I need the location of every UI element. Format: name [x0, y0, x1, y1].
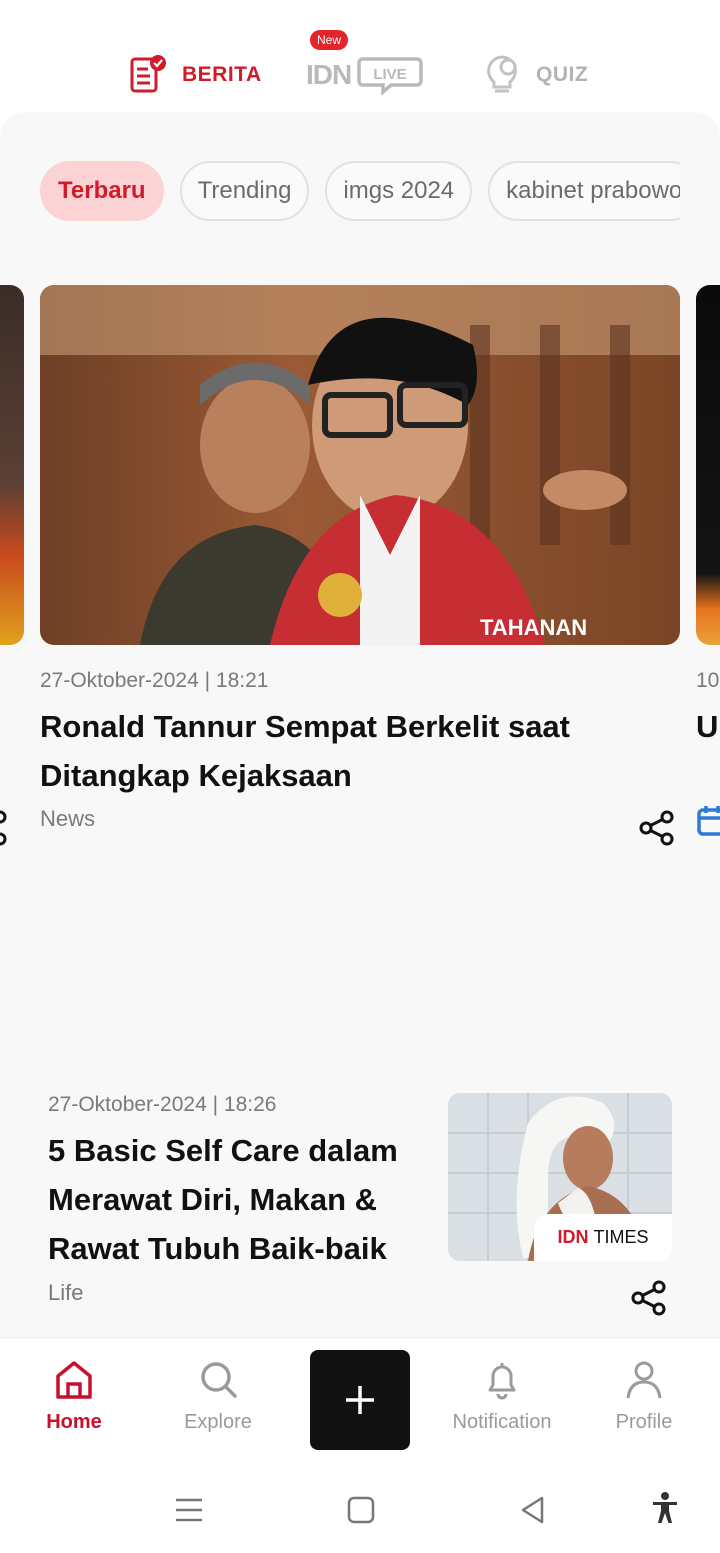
article-date: 27-Oktober-2024 | 18:26: [48, 1093, 277, 1116]
nav-notification[interactable]: Notification: [432, 1338, 572, 1462]
chip-imgs-2024[interactable]: imgs 2024: [325, 161, 473, 221]
live-bubble-icon: LIVE: [357, 57, 423, 95]
carousel-prev-card-image[interactable]: [0, 285, 24, 645]
article-thumbnail[interactable]: IDN TIMES: [448, 1093, 672, 1261]
bell-icon: [488, 1363, 516, 1400]
plus-icon: [346, 1386, 374, 1414]
topic-chips: Terbaru Trending imgs 2024 kabinet prabo…: [40, 161, 680, 221]
user-icon: [626, 1361, 662, 1399]
hero-article-title[interactable]: Ronald Tannur Sempat Berkelit saat Ditan…: [40, 702, 640, 800]
next-card-title[interactable]: U: [696, 702, 718, 751]
nav-home[interactable]: Home: [4, 1338, 144, 1462]
top-tab-bar: BERITA New IDN LIVE QUIZ: [0, 0, 720, 120]
hero-article-image[interactable]: TAHANAN: [40, 285, 680, 645]
share-icon[interactable]: [630, 1279, 668, 1317]
accessibility-icon[interactable]: [650, 1491, 680, 1525]
nav-explore-label: Explore: [184, 1411, 252, 1433]
hero-article-date: 27-Oktober-2024 | 18:21: [40, 669, 269, 692]
idn-times-logo-times: TIMES: [593, 1227, 649, 1247]
idn-logo-text: IDN: [306, 59, 352, 90]
tab-berita[interactable]: BERITA: [128, 52, 262, 98]
news-check-icon: [130, 55, 166, 93]
hero-article-category: News: [40, 806, 96, 831]
new-badge: New: [310, 30, 349, 50]
prev-card-share-icon[interactable]: [0, 809, 20, 847]
nav-explore[interactable]: Explore: [148, 1338, 288, 1462]
nav-notification-label: Notification: [452, 1411, 552, 1433]
bulb-icon: [487, 55, 517, 93]
system-navigation-bar: [0, 1461, 720, 1553]
share-icon[interactable]: [638, 809, 676, 847]
article-title[interactable]: 5 Basic Self Care dalam Merawat Diri, Ma…: [48, 1126, 428, 1273]
home-icon: [56, 1361, 92, 1399]
chip-trending[interactable]: Trending: [179, 161, 310, 221]
nav-home-label: Home: [46, 1411, 102, 1433]
carousel-next-card-image[interactable]: [696, 285, 720, 645]
tab-quiz-label: QUIZ: [536, 63, 589, 86]
search-icon: [201, 1362, 237, 1398]
idn-times-logo-idn: IDN: [557, 1227, 589, 1247]
chip-terbaru[interactable]: Terbaru: [40, 161, 164, 221]
hero-image-vest-text: TAHANAN: [480, 615, 587, 640]
live-text: LIVE: [374, 66, 407, 83]
chip-kabinet-prabowo[interactable]: kabinet prabowo: [488, 161, 680, 221]
tab-idn-live[interactable]: IDN LIVE: [306, 52, 423, 98]
idn-times-logo: IDN TIMES: [534, 1214, 672, 1261]
hero-photo: TAHANAN: [40, 285, 680, 645]
article-category: Life: [48, 1280, 84, 1305]
tab-quiz[interactable]: QUIZ: [482, 52, 588, 98]
bottom-navigation: Home Explore Notification Profile: [0, 1337, 720, 1461]
menu-icon[interactable]: [174, 1495, 204, 1525]
add-post-button[interactable]: [310, 1350, 410, 1450]
nav-profile-label: Profile: [615, 1411, 673, 1433]
nav-profile[interactable]: Profile: [574, 1338, 714, 1462]
back-icon[interactable]: [518, 1495, 548, 1525]
next-card-date: 10: [696, 669, 720, 692]
calendar-icon[interactable]: [696, 804, 720, 838]
feed-panel: Terbaru Trending imgs 2024 kabinet prabo…: [0, 112, 720, 1337]
tab-berita-label: BERITA: [182, 63, 262, 86]
home-square-icon[interactable]: [346, 1495, 376, 1525]
